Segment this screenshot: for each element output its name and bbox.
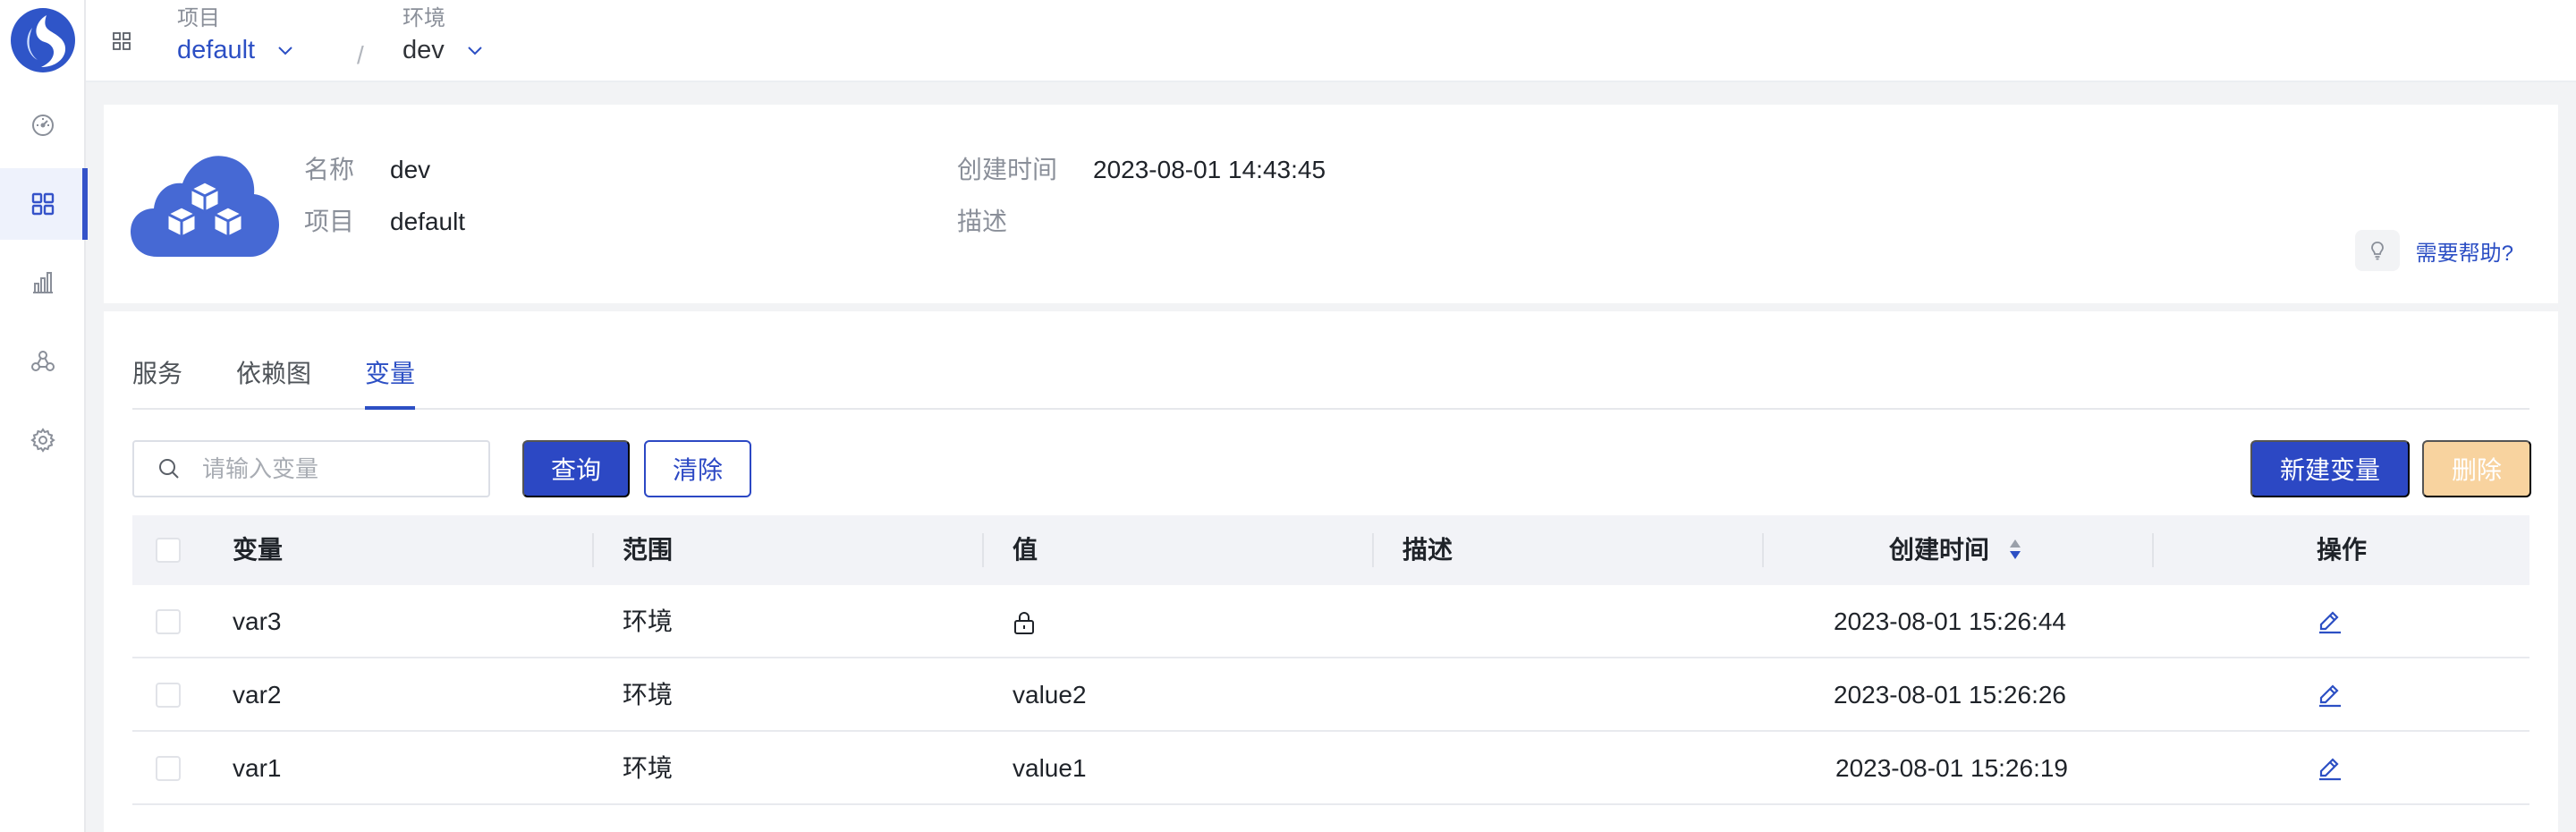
new-variable-button[interactable]: 新建变量 (2250, 440, 2410, 497)
cell-created-time: 2023-08-01 15:26:26 (1834, 681, 2066, 709)
info-project-row: 项目 default (304, 206, 465, 238)
select-all-checkbox[interactable] (156, 538, 181, 563)
table-header: 变量 范围 值 描述 创建时间 操作 (132, 515, 2529, 585)
chevron-down-icon (278, 47, 292, 55)
info-desc-label: 描述 (957, 208, 1008, 235)
cell-scope: 环境 (623, 754, 674, 782)
lock-icon (1014, 612, 1034, 634)
column-divider (592, 533, 594, 567)
tab-bar: 服务 依赖图 变量 (132, 311, 2529, 410)
chevron-down-icon (468, 47, 482, 55)
nav-dashboard[interactable] (0, 89, 86, 161)
lightbulb-icon (2354, 230, 2400, 271)
gear-icon (30, 428, 55, 453)
nav-settings[interactable] (0, 404, 86, 476)
app-logo[interactable] (11, 8, 75, 72)
bar-chart-icon (33, 272, 53, 293)
cell-variable-name: var2 (233, 681, 282, 709)
cell-variable-name: var3 (233, 607, 282, 635)
dashboard-gauge-icon (32, 115, 54, 136)
tab-variables[interactable]: 变量 (365, 358, 416, 410)
search-icon (159, 459, 179, 479)
edit-icon[interactable] (2315, 605, 2345, 635)
breadcrumb-separator: / (357, 41, 364, 69)
row-checkbox[interactable] (156, 756, 181, 781)
env-selector-value: dev (402, 36, 445, 64)
info-project-label: 项目 (304, 208, 355, 235)
env-selector-label: 环境 (402, 6, 445, 30)
sort-icon[interactable] (2009, 538, 2021, 561)
row-checkbox[interactable] (156, 609, 181, 634)
top-bar: 项目 default / 环境 dev (86, 0, 2576, 82)
variable-search-box[interactable] (132, 440, 490, 497)
project-selector[interactable]: 项目 default (177, 5, 296, 68)
row-checkbox[interactable] (156, 683, 181, 708)
info-created-row: 创建时间 2023-08-01 14:43:45 (957, 154, 1326, 186)
env-selector[interactable]: 环境 dev (402, 5, 486, 68)
help-link-text: 需要帮助? (2415, 241, 2513, 266)
project-selector-value: default (177, 36, 256, 64)
column-divider (1762, 533, 1764, 567)
edit-icon[interactable] (2315, 751, 2345, 782)
tab-dependency-graph[interactable]: 依赖图 (236, 358, 311, 390)
help-link[interactable]: 需要帮助? (2354, 230, 2513, 271)
col-header-description: 描述 (1402, 536, 1453, 564)
cell-scope: 环境 (623, 681, 674, 709)
info-desc-row: 描述 (957, 206, 1043, 238)
nav-apps[interactable] (0, 168, 88, 240)
col-header-actions: 操作 (2317, 536, 2368, 564)
clear-button[interactable]: 清除 (644, 440, 751, 497)
column-divider (982, 533, 984, 567)
cell-created-time: 2023-08-01 15:26:19 (1835, 754, 2068, 782)
nav-topology[interactable] (0, 326, 86, 397)
col-header-created[interactable]: 创建时间 (1889, 515, 2021, 585)
variables-table: 变量 范围 值 描述 创建时间 操作 var3 环境 2023-08-01 15… (132, 515, 2529, 805)
cell-created-time: 2023-08-01 15:26:44 (1834, 607, 2066, 635)
cell-value: value1 (1013, 754, 1087, 782)
column-divider (2152, 533, 2154, 567)
environment-cloud-icon (131, 156, 279, 257)
col-header-scope: 范围 (623, 536, 674, 564)
nav-stats[interactable] (0, 247, 86, 318)
info-name-row: 名称 dev (304, 154, 430, 186)
info-name-value: dev (390, 156, 431, 183)
table-row: var2 环境 value2 2023-08-01 15:26:26 (132, 658, 2529, 732)
tab-services[interactable]: 服务 (132, 358, 182, 390)
cell-value: value2 (1013, 681, 1087, 709)
variable-search-input[interactable] (202, 454, 488, 483)
query-button[interactable]: 查询 (522, 440, 630, 497)
column-divider (1372, 533, 1374, 567)
side-nav (0, 0, 88, 832)
table-row: var3 环境 2023-08-01 15:26:44 (132, 585, 2529, 658)
app-switcher-icon[interactable] (111, 30, 132, 52)
cell-scope: 环境 (623, 607, 674, 635)
table-row: var1 环境 value1 2023-08-01 15:26:19 (132, 732, 2529, 805)
topology-icon (31, 351, 55, 371)
col-header-variable: 变量 (233, 536, 284, 564)
project-selector-label: 项目 (177, 6, 220, 30)
apps-grid-icon (31, 192, 55, 216)
variables-panel: 服务 依赖图 变量 查询 清除 新建变量 删除 变量 范围 值 描述 创建时间 (104, 311, 2558, 832)
info-created-value: 2023-08-01 14:43:45 (1093, 156, 1326, 183)
info-project-value: default (390, 208, 466, 235)
cell-variable-name: var1 (233, 754, 282, 782)
col-header-created-label: 创建时间 (1889, 536, 1990, 564)
delete-button[interactable]: 删除 (2422, 440, 2531, 497)
info-created-label: 创建时间 (957, 156, 1058, 183)
col-header-value: 值 (1013, 536, 1038, 564)
edit-icon[interactable] (2315, 678, 2345, 709)
info-name-label: 名称 (304, 156, 355, 183)
environment-info-card: 名称 dev 项目 default 创建时间 2023-08-01 14:43:… (104, 105, 2558, 303)
logo-swirl-icon (27, 15, 66, 67)
